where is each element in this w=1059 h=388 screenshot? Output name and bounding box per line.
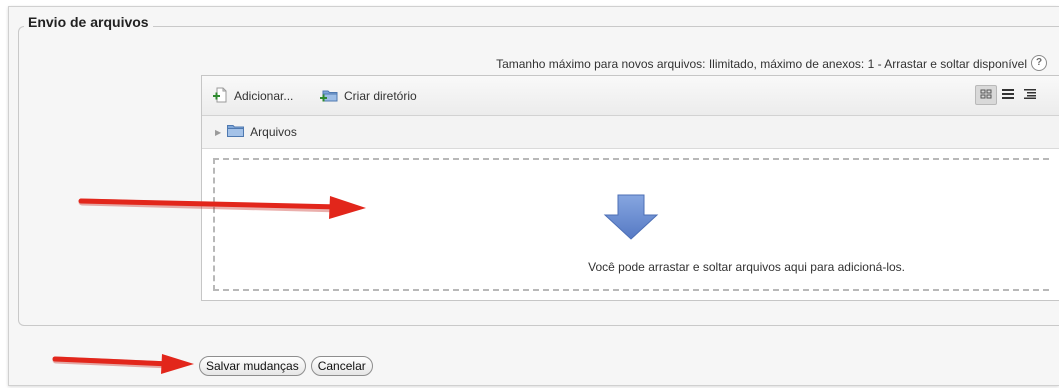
path-folder-label[interactable]: Arquivos <box>250 125 297 139</box>
create-folder-button[interactable]: Criar diretório <box>320 87 417 105</box>
annotation-arrow-dropzone <box>78 196 366 219</box>
folder-icon <box>227 124 245 140</box>
tree-view-button[interactable] <box>1019 85 1041 105</box>
drop-zone-message: Você pode arrastar e soltar arquivos aqu… <box>588 260 905 274</box>
down-arrow-icon <box>603 193 659 246</box>
section-legend: Envio de arquivos <box>24 14 153 30</box>
form-buttons: Salvar mudanças Cancelar <box>199 356 373 376</box>
drop-zone[interactable]: Você pode arrastar e soltar arquivos aqu… <box>213 158 1049 291</box>
list-view-icon <box>1002 86 1014 104</box>
annotation-arrow-buttons <box>52 354 194 374</box>
upload-limits-text: Tamanho máximo para novos arquivos: Ilim… <box>496 57 1027 71</box>
tree-view-icon <box>1024 86 1036 104</box>
file-manager-toolbar: Adicionar... Criar diretório <box>202 76 1059 116</box>
cancel-button[interactable]: Cancelar <box>310 356 373 376</box>
icon-view-icon <box>980 86 992 104</box>
expand-arrow-icon[interactable]: ▶ <box>215 128 221 137</box>
add-file-label: Adicionar... <box>234 89 294 103</box>
add-file-button[interactable]: Adicionar... <box>212 87 293 105</box>
file-manager: Adicionar... Criar diretório ▶ Arquivos … <box>201 75 1059 301</box>
create-folder-label: Criar diretório <box>344 89 417 103</box>
save-button[interactable]: Salvar mudanças <box>199 356 306 376</box>
list-view-button[interactable] <box>997 85 1019 105</box>
help-icon[interactable]: ? <box>1031 55 1047 71</box>
view-mode-switcher <box>975 85 1041 105</box>
path-bar: ▶ Arquivos <box>202 116 1059 149</box>
new-folder-icon <box>320 87 338 106</box>
add-file-icon <box>212 87 228 106</box>
icon-view-button[interactable] <box>975 85 997 105</box>
